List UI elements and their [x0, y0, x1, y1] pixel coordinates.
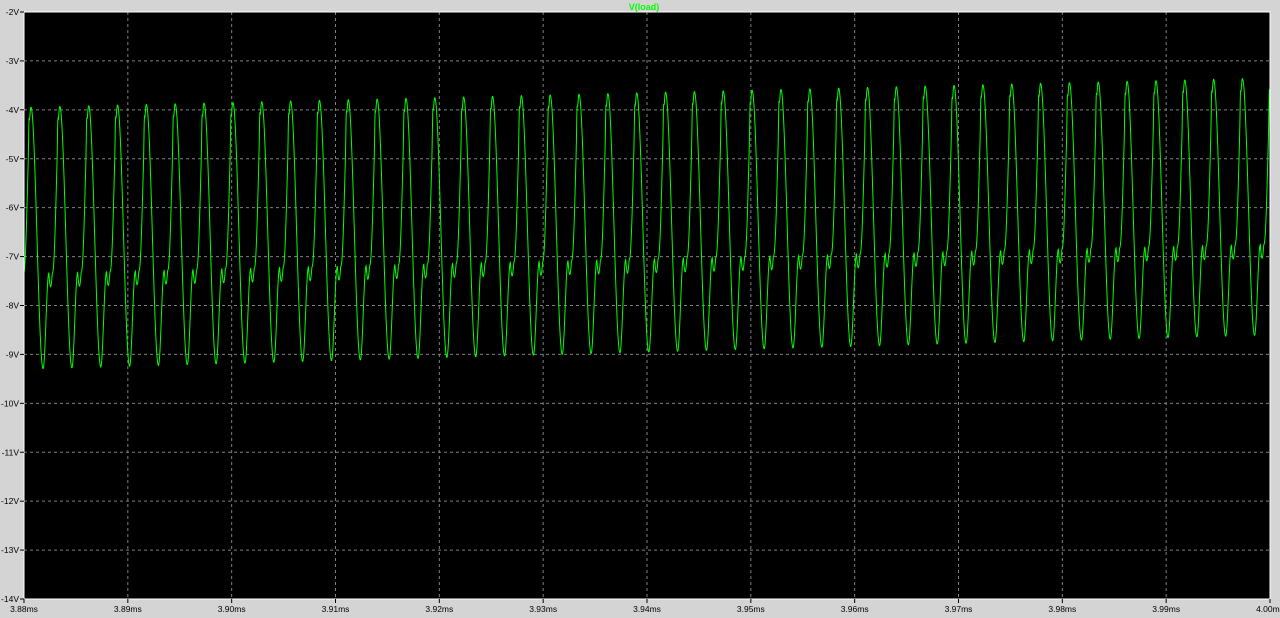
- x-tick-label: 3.91ms: [322, 604, 350, 614]
- y-tick-label: -13V: [1, 545, 19, 555]
- y-tick-label: -6V: [6, 203, 20, 213]
- x-tick-label: 3.92ms: [425, 604, 453, 614]
- x-tick-label: 3.96ms: [841, 604, 869, 614]
- y-tick-label: -3V: [6, 56, 20, 66]
- y-tick-label: -10V: [1, 398, 19, 408]
- x-tick-label: 3.97ms: [945, 604, 973, 614]
- y-tick-label: -9V: [6, 349, 20, 359]
- y-tick-label: -11V: [2, 447, 20, 457]
- x-tick-label: 3.89ms: [114, 604, 142, 614]
- x-tick-label: 3.88ms: [10, 604, 38, 614]
- trace-label-vload[interactable]: V(load): [629, 2, 660, 12]
- x-tick-label: 3.99ms: [1152, 604, 1180, 614]
- y-tick-label: -4V: [6, 105, 20, 115]
- y-tick-label: -7V: [6, 252, 20, 262]
- plot-area[interactable]: 3.88ms 3.89ms 3.90ms 3.91ms 3.92ms 3.93ms 3.94…: [0, 0, 1280, 618]
- x-tick-label: 4.00ms: [1256, 604, 1280, 614]
- x-tick-label: 3.95ms: [737, 604, 765, 614]
- y-tick-label: -14V: [1, 594, 19, 604]
- y-tick-label: -2V: [6, 7, 20, 17]
- y-tick-label: -8V: [6, 301, 20, 311]
- y-tick-label: -5V: [6, 154, 20, 164]
- waveform-viewer: 3.88ms 3.89ms 3.90ms 3.91ms 3.92ms 3.93ms 3.94…: [0, 0, 1280, 618]
- x-tick-label: 3.94ms: [633, 604, 661, 614]
- x-tick-label: 3.98ms: [1048, 604, 1076, 614]
- y-tick-label: -12V: [1, 496, 19, 506]
- x-tick-label: 3.93ms: [529, 604, 557, 614]
- x-tick-label: 3.90ms: [218, 604, 246, 614]
